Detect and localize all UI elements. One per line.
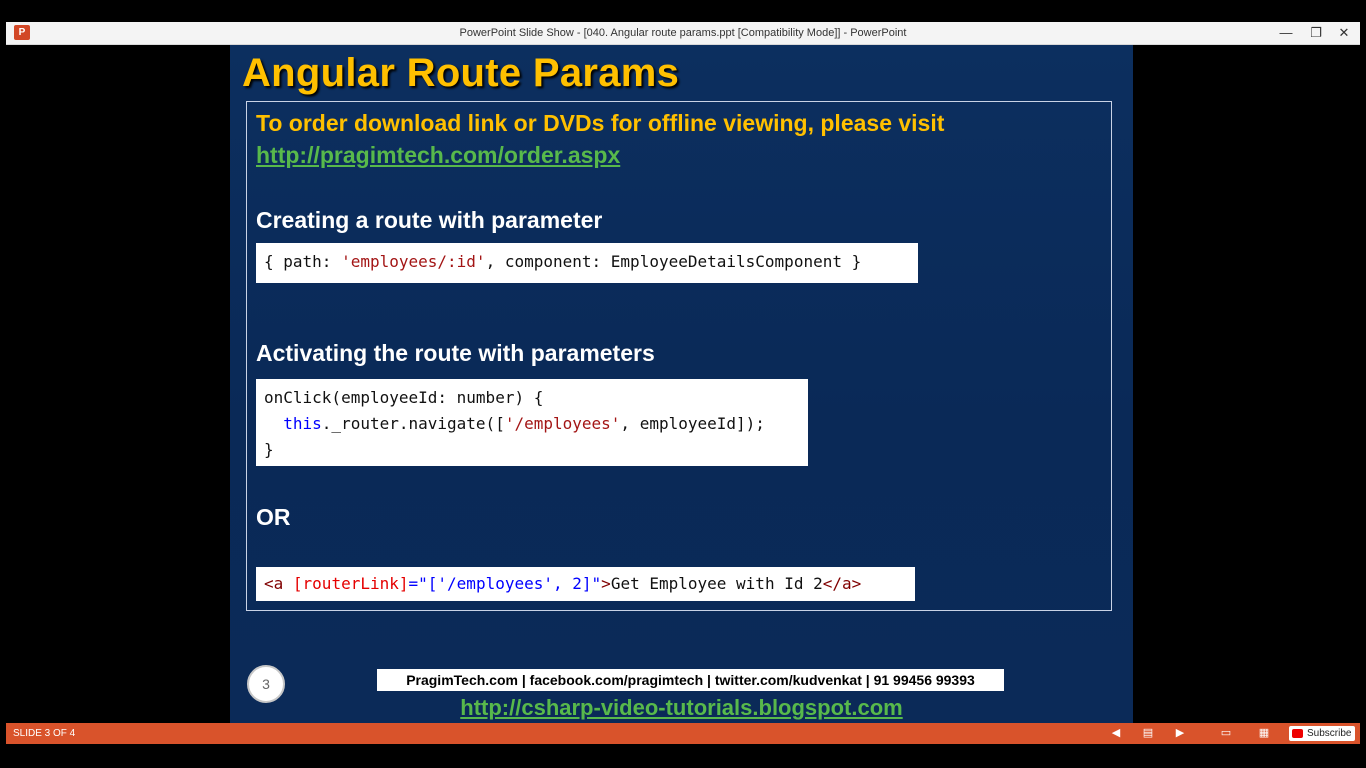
code-text: Get Employee with Id 2 bbox=[610, 574, 823, 593]
notes-icon[interactable]: ▤ bbox=[1140, 726, 1156, 741]
code-onclick-block: onClick(employeeId: number) { this._rout… bbox=[256, 379, 808, 466]
slideshow-status-bar: SLIDE 3 OF 4 ◀ ▤ ▶ ▭ ▦ Subscribe bbox=[6, 723, 1360, 744]
code-token: ._router.navigate([ bbox=[321, 414, 505, 433]
heading-activate-route: Activating the route with parameters bbox=[256, 340, 655, 366]
minimize-icon[interactable]: — bbox=[1272, 22, 1300, 44]
code-string: '/employees' bbox=[504, 414, 621, 433]
slide-title: Angular Route Params bbox=[242, 51, 680, 95]
code-token: , component: EmployeeDetailsComponent } bbox=[485, 252, 862, 271]
code-token: , employeeId]); bbox=[620, 414, 765, 433]
code-router-link: <a [routerLink]="['/employees', 2]">Get … bbox=[256, 567, 915, 601]
code-attr-value: "['/employees', 2]" bbox=[418, 574, 602, 593]
order-text: To order download link or DVDs for offli… bbox=[256, 110, 945, 136]
code-line-3: } bbox=[264, 440, 274, 459]
code-tag: </a> bbox=[822, 574, 862, 593]
code-keyword: this bbox=[283, 414, 322, 433]
normal-view-icon[interactable]: ▭ bbox=[1218, 726, 1234, 741]
restore-icon[interactable]: ❐ bbox=[1302, 22, 1330, 44]
heading-create-route: Creating a route with parameter bbox=[256, 207, 603, 233]
slide-counter: SLIDE 3 OF 4 bbox=[13, 728, 76, 739]
slide-canvas[interactable]: Angular Route Params To order download l… bbox=[230, 45, 1133, 723]
code-attribute: [routerLink] bbox=[292, 574, 409, 593]
window-title-bar: P PowerPoint Slide Show - [040. Angular … bbox=[6, 22, 1360, 45]
subscribe-label: Subscribe bbox=[1307, 728, 1352, 739]
slide-sorter-icon[interactable]: ▦ bbox=[1256, 726, 1272, 741]
code-route-definition: { path: 'employees/:id', component: Empl… bbox=[256, 243, 918, 283]
footer-blog-link[interactable]: http://csharp-video-tutorials.blogspot.c… bbox=[230, 695, 1133, 721]
order-link[interactable]: http://pragimtech.com/order.aspx bbox=[256, 142, 620, 169]
code-string: 'employees/:id' bbox=[341, 252, 486, 271]
window-title: PowerPoint Slide Show - [040. Angular ro… bbox=[459, 27, 907, 39]
next-slide-icon[interactable]: ▶ bbox=[1172, 726, 1188, 741]
code-token: { path: bbox=[264, 252, 342, 271]
close-icon[interactable]: ✕ bbox=[1330, 22, 1358, 44]
youtube-icon bbox=[1292, 729, 1303, 738]
footer-contact: PragimTech.com | facebook.com/pragimtech… bbox=[377, 669, 1004, 691]
subscribe-button[interactable]: Subscribe bbox=[1289, 726, 1356, 741]
code-token: = bbox=[408, 574, 419, 593]
previous-slide-icon[interactable]: ◀ bbox=[1108, 726, 1124, 741]
code-tag: <a bbox=[264, 574, 293, 593]
code-line-1: onClick(employeeId: number) { bbox=[264, 388, 544, 407]
or-label: OR bbox=[256, 504, 291, 530]
content-box: To order download link or DVDs for offli… bbox=[246, 101, 1112, 611]
code-tag: > bbox=[601, 574, 611, 593]
